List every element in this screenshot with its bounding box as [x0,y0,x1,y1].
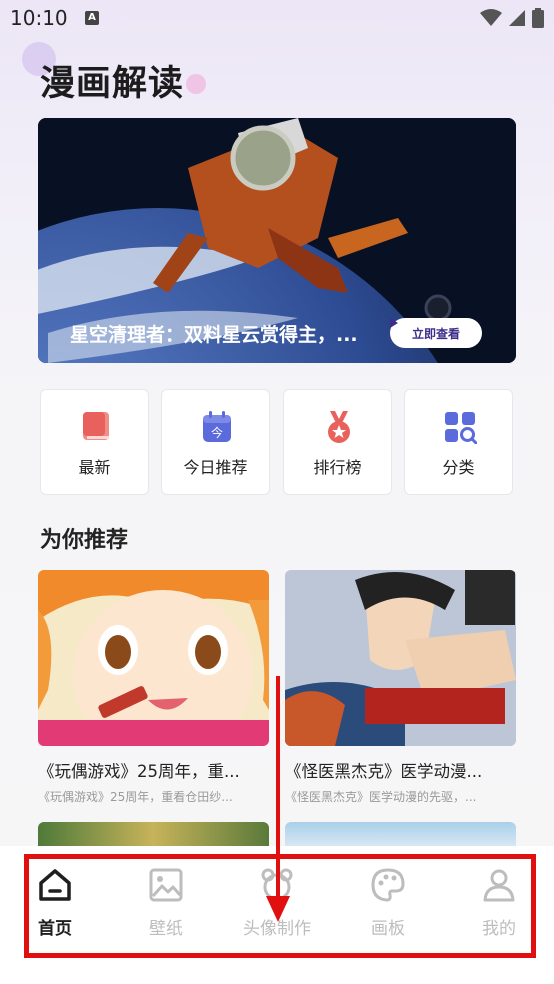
recommend-card[interactable]: 《怪医黑杰克》医学动漫... 《怪医黑杰克》医学动漫的先驱，... [285,570,516,805]
calendar-badge: 今 [211,425,223,440]
signal-icon [509,10,525,26]
banner-caption: 星空清理者：双料星云赏得主，... [70,324,358,346]
notification-icon: A [85,11,99,25]
view-now-label: 立即查看 [411,326,460,341]
featured-banner[interactable]: 星空清理者：双料星云赏得主，... 立即查看 [38,118,516,363]
status-bar: 10:10 A [0,0,554,36]
quick-action-category[interactable]: 分类 [404,389,513,495]
card-title: 《怪医黑杰克》医学动漫... [285,762,483,781]
card-cover-image [38,570,269,746]
annotation-arrow-head [266,896,290,922]
annotation-arrow-shaft [276,676,280,898]
play-triangle-icon [390,318,398,328]
quick-action-ranking[interactable]: 排行榜 [283,389,392,495]
quick-action-label: 排行榜 [313,458,362,477]
category-grid-icon [445,412,477,444]
page-title: 漫画解读 [40,64,185,104]
card-subtitle: 《怪医黑杰克》医学动漫的先驱，... [285,790,477,804]
card-subtitle: 《玩偶游戏》25周年，重看仓田纱... [38,790,233,804]
section-title: 为你推荐 [40,528,129,553]
book-icon [83,412,109,440]
quick-action-label: 最新 [78,458,111,477]
quick-action-label: 分类 [442,458,475,477]
medal-icon [328,411,350,443]
view-now-button[interactable]: 立即查看 [390,318,482,348]
quick-action-label: 今日推荐 [183,458,248,477]
status-indicators [480,8,544,28]
battery-icon [532,8,544,28]
card-title: 《玩偶游戏》25周年，重... [38,762,240,781]
quick-action-latest[interactable]: 最新 [40,389,149,495]
calendar-today-icon: 今 [203,411,231,442]
status-time: 10:10 [10,6,68,30]
quick-action-today-pick[interactable]: 今 今日推荐 [161,389,270,495]
title-decoration-dot [186,74,206,94]
wifi-icon [480,9,502,26]
card-cover-image [285,570,516,746]
recommend-card[interactable]: 《玩偶游戏》25周年，重... 《玩偶游戏》25周年，重看仓田纱... [38,570,269,805]
